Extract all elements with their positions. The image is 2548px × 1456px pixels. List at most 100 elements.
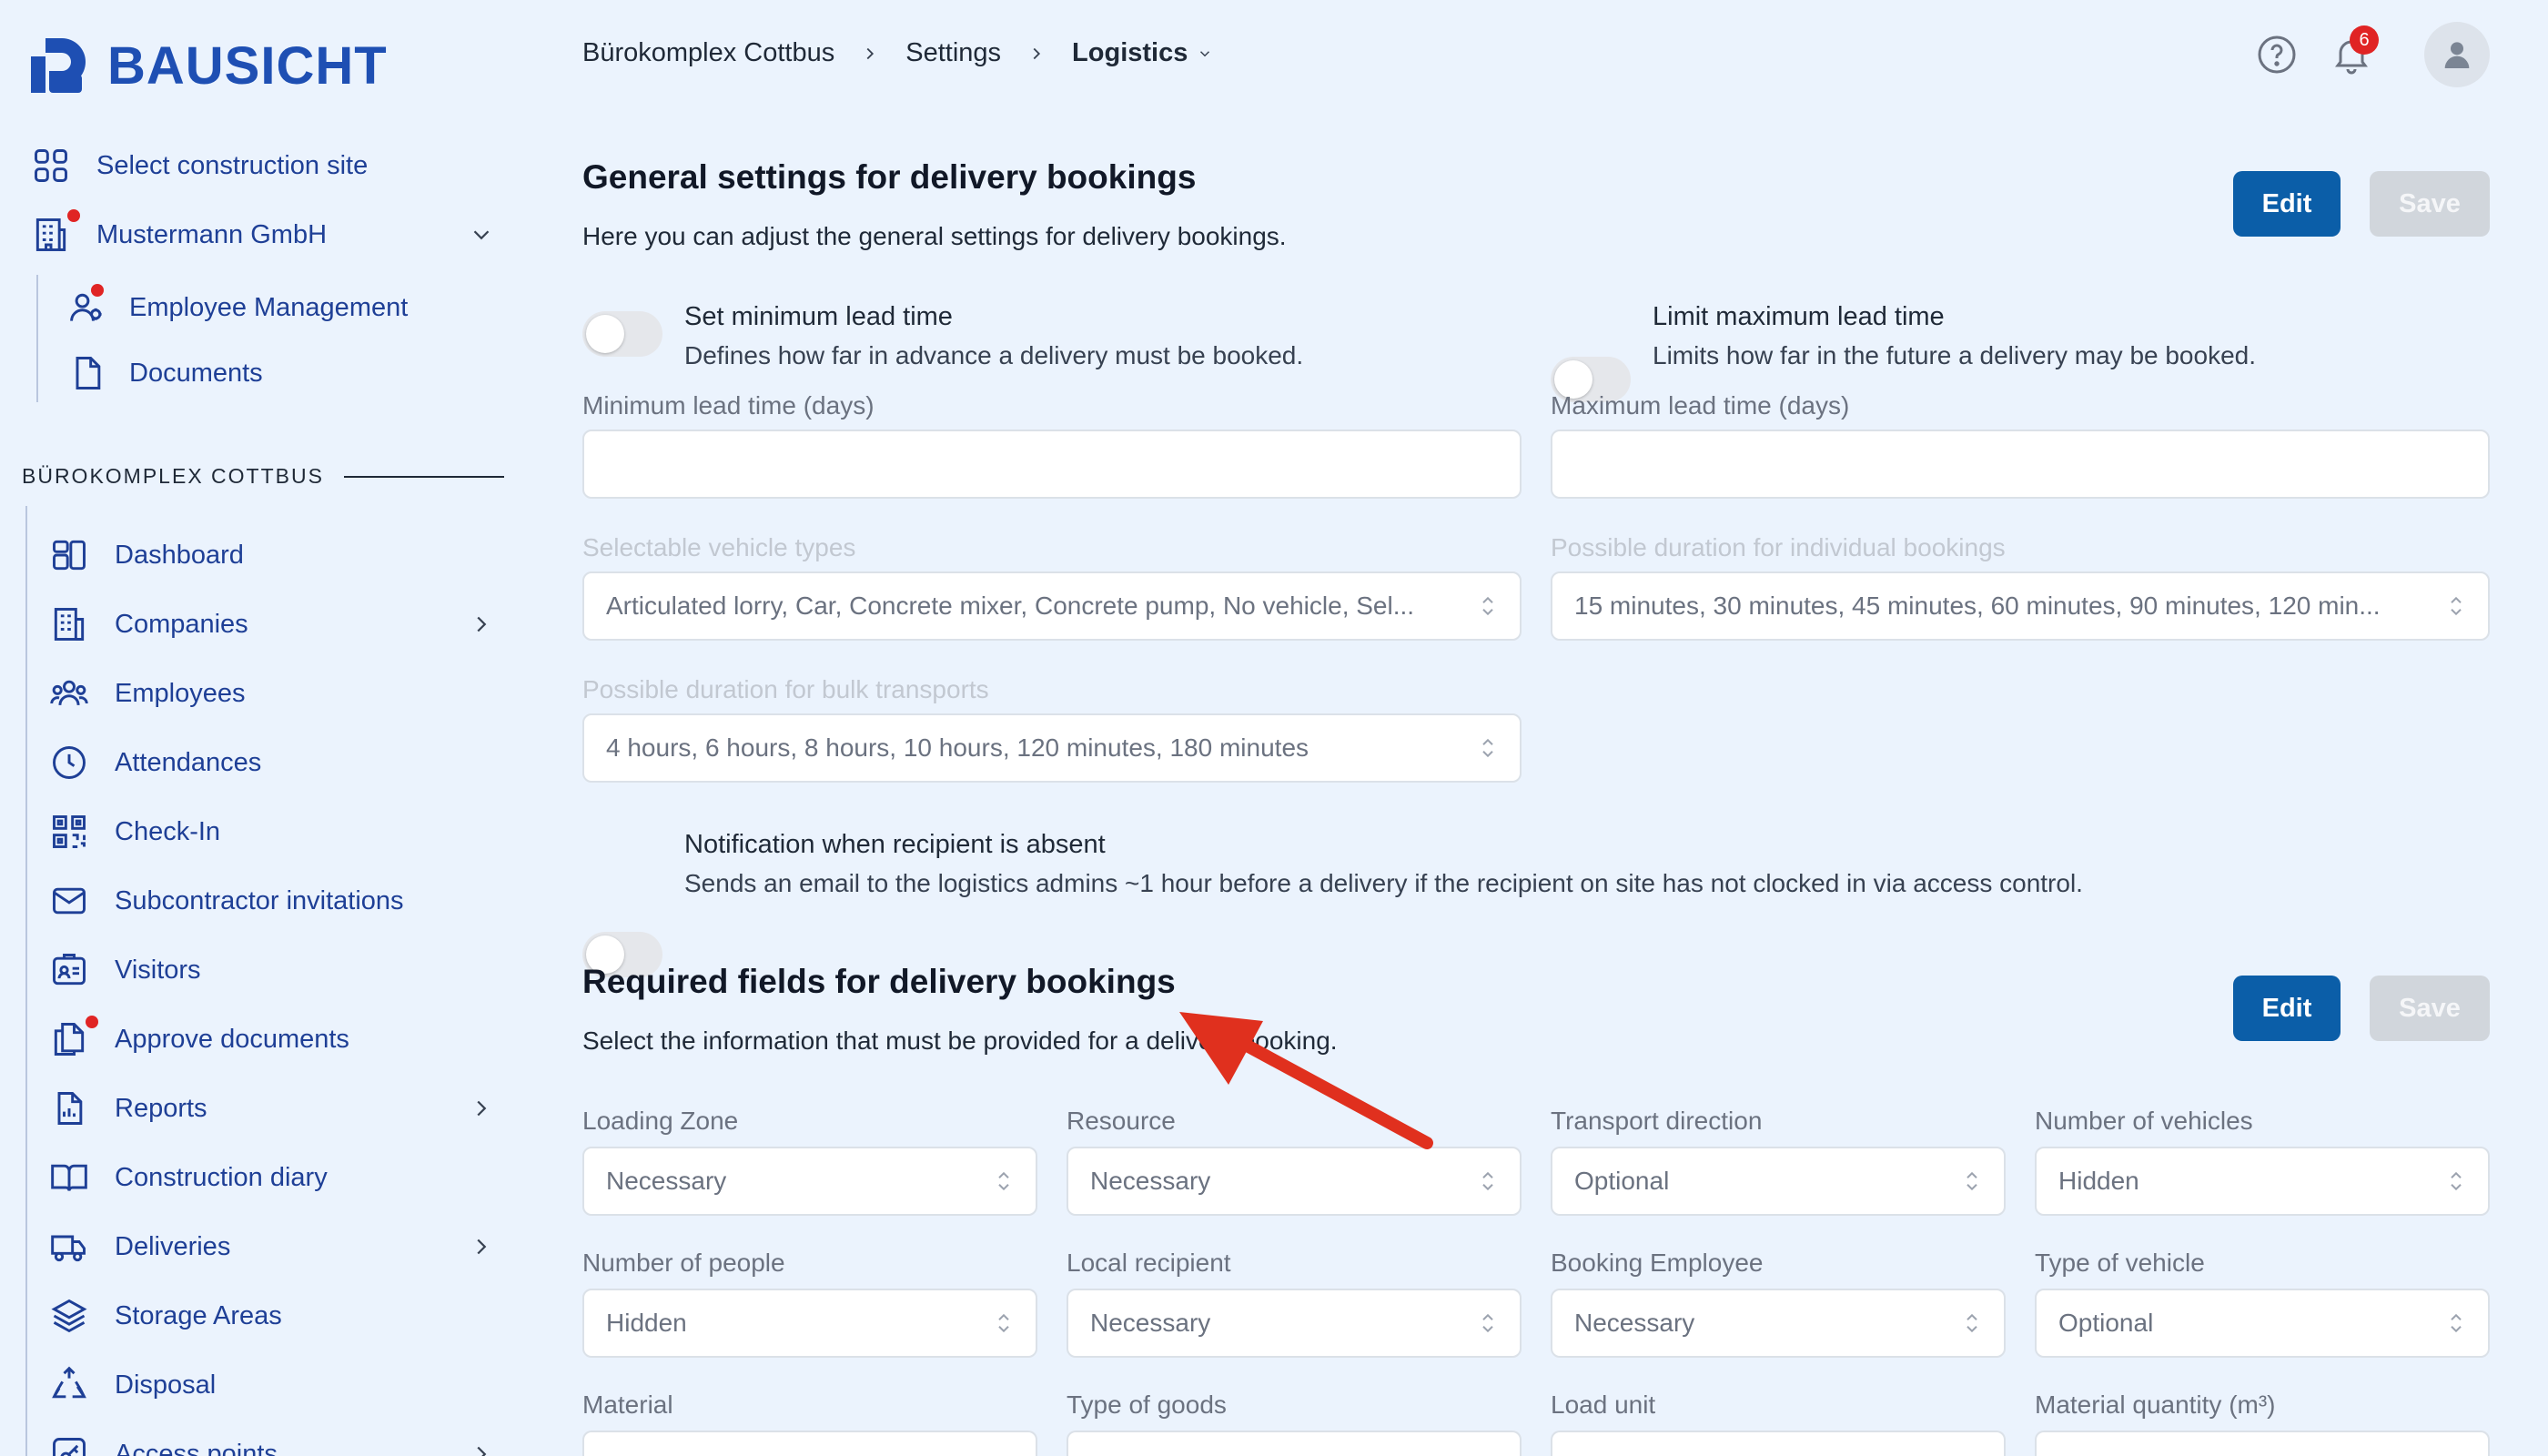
- transport-direction-select[interactable]: Optional: [1551, 1147, 2006, 1216]
- load-unit-label: Load unit: [1551, 1390, 1656, 1419]
- local-recipient-select[interactable]: Necessary: [1067, 1289, 1522, 1358]
- booking-duration-value: 15 minutes, 30 minutes, 45 minutes, 60 m…: [1574, 592, 2381, 620]
- transport-direction-label: Transport direction: [1551, 1107, 1763, 1135]
- breadcrumb-logistics: Logistics: [1072, 38, 1188, 67]
- chevron-up-down-icon: [2451, 1171, 2462, 1191]
- sidebar-item-construction-diary[interactable]: Construction diary: [49, 1143, 495, 1212]
- booking-duration-select[interactable]: 15 minutes, 30 minutes, 45 minutes, 60 m…: [1551, 571, 2490, 641]
- subcontractor-invitations-label: Subcontractor invitations: [115, 885, 404, 915]
- companies-label: Companies: [115, 609, 248, 639]
- disposal-label: Disposal: [115, 1370, 217, 1400]
- chevron-up-down-icon: [1482, 738, 1493, 758]
- deliveries-label: Deliveries: [115, 1231, 231, 1261]
- sidebar-item-attendances[interactable]: Attendances: [49, 728, 495, 797]
- resource-select[interactable]: Necessary: [1067, 1147, 1522, 1216]
- sidebar-item-subcontractor-invitations[interactable]: Subcontractor invitations: [49, 866, 495, 935]
- help-button[interactable]: [2255, 33, 2299, 76]
- chevron-up-down-icon: [998, 1171, 1009, 1191]
- booking-employee-select[interactable]: Necessary: [1551, 1289, 2006, 1358]
- chevron-up-down-icon: [1967, 1171, 1977, 1191]
- loading-zone-select[interactable]: Necessary: [582, 1147, 1037, 1216]
- vehicle-types-select[interactable]: Articulated lorry, Car, Concrete mixer, …: [582, 571, 1522, 641]
- office-building-icon: [31, 209, 80, 255]
- required-save-button[interactable]: Save: [2370, 976, 2490, 1041]
- select-construction-site[interactable]: Select construction site: [31, 146, 368, 186]
- sidebar-item-deliveries[interactable]: Deliveries: [49, 1212, 495, 1281]
- sidebar-item-reports[interactable]: Reports: [49, 1074, 495, 1143]
- toggle-knob: [586, 315, 624, 353]
- truck-icon: [49, 1227, 89, 1267]
- chevron-right-icon: [477, 1100, 487, 1117]
- breadcrumb-logistics-dropdown[interactable]: Logistics: [1072, 38, 1213, 68]
- transport-direction-value: Optional: [1574, 1167, 1670, 1195]
- user-icon: [2444, 42, 2470, 68]
- general-save-button[interactable]: Save: [2370, 171, 2490, 237]
- vehicle-types-label: Selectable vehicle types: [582, 533, 856, 561]
- sidebar-item-companies[interactable]: Companies: [49, 590, 495, 659]
- sidebar-item-documents[interactable]: Documents: [67, 353, 263, 393]
- chevron-right-icon: [477, 1239, 487, 1255]
- booking-employee-label: Booking Employee: [1551, 1249, 1764, 1277]
- type-of-goods-label: Type of goods: [1067, 1390, 1227, 1419]
- notifications-button[interactable]: 6: [2330, 25, 2379, 76]
- employee-alert-dot: [91, 284, 104, 297]
- required-fields-title: Required fields for delivery bookings: [582, 963, 1176, 1000]
- material-quantity-select[interactable]: [2035, 1431, 2490, 1456]
- sidebar-item-employees[interactable]: Employees: [49, 659, 495, 728]
- sidebar-item-employee-management[interactable]: Employee Management: [67, 284, 409, 328]
- company-alert-dot: [67, 209, 80, 222]
- local-recipient-value: Necessary: [1090, 1309, 1211, 1337]
- resource-value: Necessary: [1090, 1167, 1211, 1195]
- sidebar-item-storage-areas[interactable]: Storage Areas: [49, 1281, 495, 1350]
- number-of-vehicles-select[interactable]: Hidden: [2035, 1147, 2490, 1216]
- sidebar-item-check-in[interactable]: Check-In: [49, 797, 495, 866]
- material-select[interactable]: [582, 1431, 1037, 1456]
- breadcrumb-settings[interactable]: Settings: [905, 38, 1001, 68]
- notification-count-badge: 6: [2350, 25, 2379, 55]
- site-section-heading: BÜROKOMPLEX COTTBUS: [22, 464, 504, 489]
- number-of-people-value: Hidden: [606, 1309, 687, 1337]
- approve-alert-dot: [86, 1016, 98, 1028]
- site-nav-line: [25, 506, 27, 1456]
- chevron-down-icon: [1200, 50, 1210, 56]
- type-of-vehicle-value: Optional: [2058, 1309, 2154, 1337]
- type-of-goods-select[interactable]: [1067, 1431, 1522, 1456]
- load-unit-select[interactable]: [1551, 1431, 2006, 1456]
- chevron-up-down-icon: [2451, 596, 2462, 616]
- chevron-right-icon: [477, 616, 487, 632]
- breadcrumb-site[interactable]: Bürokomplex Cottbus: [582, 38, 834, 68]
- bulk-duration-select[interactable]: 4 hours, 6 hours, 8 hours, 10 hours, 120…: [582, 713, 1522, 783]
- brand-logo[interactable]: BAUSICHT: [27, 35, 388, 96]
- required-edit-button[interactable]: Edit: [2233, 976, 2341, 1041]
- bausicht-logo-icon: [31, 38, 86, 93]
- general-edit-button[interactable]: Edit: [2233, 171, 2341, 237]
- min-lead-time-toggle[interactable]: [582, 311, 662, 357]
- sidebar-item-dashboard[interactable]: Dashboard: [49, 521, 495, 590]
- type-of-vehicle-select[interactable]: Optional: [2035, 1289, 2490, 1358]
- number-of-people-select[interactable]: Hidden: [582, 1289, 1037, 1358]
- report-icon: [49, 1088, 89, 1128]
- material-label: Material: [582, 1390, 673, 1419]
- dashboard-icon: [49, 535, 89, 575]
- company-selector[interactable]: Mustermann GmbH: [31, 209, 495, 255]
- sidebar-item-approve-documents[interactable]: Approve documents: [49, 1005, 495, 1074]
- users-cog-icon: [67, 284, 107, 328]
- chevron-up-down-icon: [1482, 596, 1493, 616]
- min-lead-time-label: Minimum lead time (days): [582, 391, 875, 420]
- sidebar-item-access-points[interactable]: Access points: [49, 1420, 495, 1456]
- building-icon: [49, 604, 89, 644]
- max-lead-time-label: Maximum lead time (days): [1551, 391, 1850, 420]
- chevron-up-down-icon: [1482, 1171, 1493, 1191]
- employee-management-label: Employee Management: [129, 292, 409, 322]
- vehicle-types-value: Articulated lorry, Car, Concrete mixer, …: [606, 592, 1415, 620]
- construction-diary-label: Construction diary: [115, 1162, 328, 1192]
- min-lead-time-text: Set minimum lead time Defines how far in…: [684, 302, 1303, 370]
- min-lead-time-input[interactable]: [582, 430, 1522, 499]
- sidebar-item-visitors[interactable]: Visitors: [49, 935, 495, 1005]
- user-avatar[interactable]: [2424, 22, 2490, 87]
- chevron-right-icon: [477, 1446, 487, 1456]
- general-settings-title: General settings for delivery bookings: [582, 158, 1197, 196]
- layers-icon: [49, 1296, 89, 1336]
- max-lead-time-input[interactable]: [1551, 430, 2490, 499]
- sidebar-item-disposal[interactable]: Disposal: [49, 1350, 495, 1420]
